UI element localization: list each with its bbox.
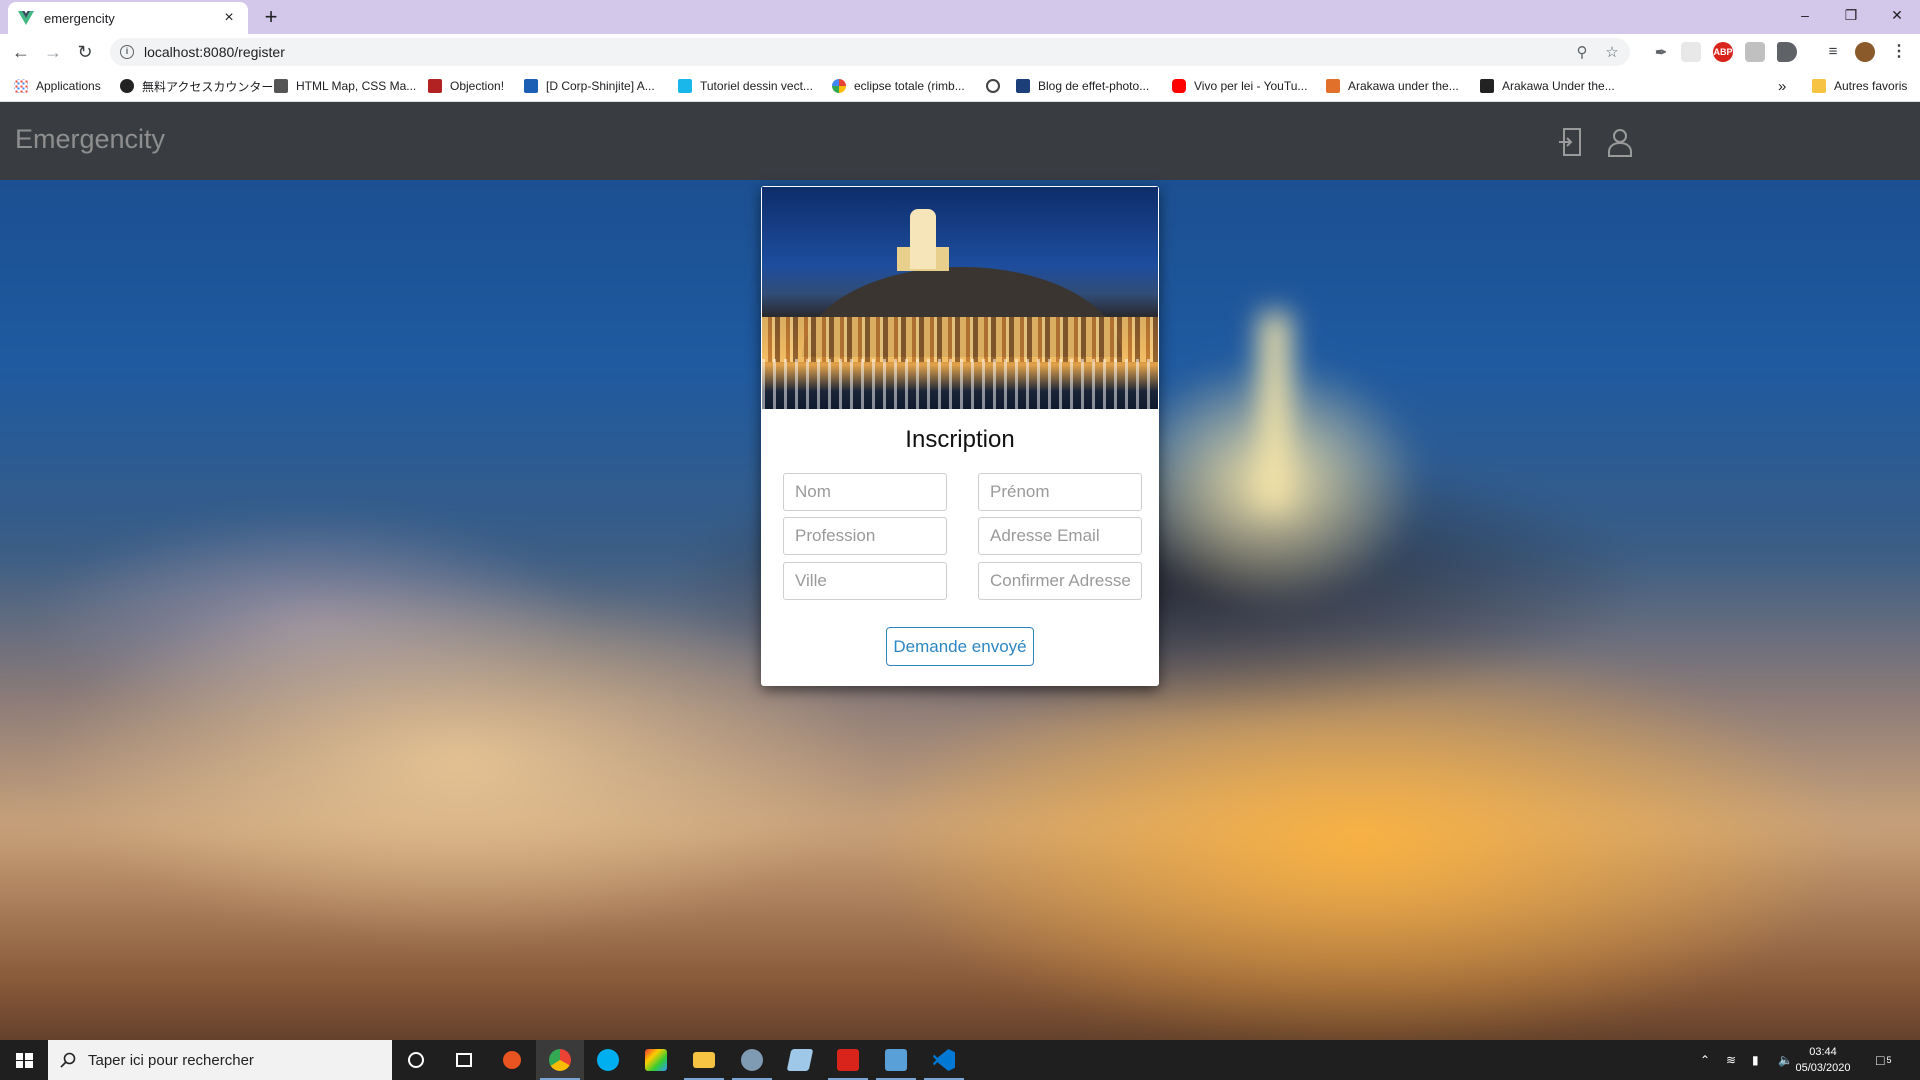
new-tab-button[interactable]: + — [258, 4, 284, 30]
eyedropper-extension-icon[interactable]: ✒ — [1651, 42, 1671, 62]
register-title: Inscription — [905, 426, 1015, 453]
window-close-button[interactable]: ✕ — [1874, 0, 1920, 30]
address-bar[interactable]: i localhost:8080/register ⚲ ☆ — [110, 38, 1630, 66]
bookmark-blog-effet-photo[interactable]: Blog de effet-photo... — [1016, 76, 1149, 96]
arakawa-icon — [1480, 79, 1494, 93]
site-info-icon[interactable]: i — [120, 45, 134, 59]
bookmark-html-map[interactable]: HTML Map, CSS Ma... — [274, 76, 416, 96]
url-text[interactable]: localhost:8080/register — [144, 44, 1570, 60]
windows-taskbar: Taper ici pour rechercher ⌃ ≋ ▮ 🔈 03:44 … — [0, 1040, 1920, 1080]
wifi-icon[interactable]: ≋ — [1726, 1040, 1736, 1080]
marseille-photo — [762, 187, 1158, 409]
youtube-icon — [1172, 79, 1186, 93]
back-button[interactable]: ← — [8, 39, 34, 65]
tab-title: emergencity — [44, 10, 115, 26]
extension-icon[interactable] — [1745, 42, 1765, 62]
dcorp-icon — [524, 79, 538, 93]
tray-chevron-icon[interactable]: ⌃ — [1700, 1040, 1710, 1080]
profession-input[interactable] — [783, 517, 947, 555]
prenom-input[interactable] — [978, 473, 1142, 511]
minimize-button[interactable]: – — [1782, 0, 1828, 30]
notepad-icon[interactable] — [776, 1040, 824, 1080]
chrome-icon[interactable] — [536, 1040, 584, 1080]
photo-city-lights — [762, 317, 1158, 362]
clock-date: 05/03/2020 — [1795, 1062, 1851, 1074]
clock-time: 03:44 — [1809, 1046, 1837, 1058]
app-brand[interactable]: Emergencity — [15, 124, 165, 155]
login-door-icon[interactable] — [1556, 126, 1588, 158]
photo-harbor-boats — [762, 359, 1158, 409]
notification-center[interactable]: □ 5 — [1876, 1040, 1891, 1080]
background-basilica — [1260, 312, 1290, 512]
vimeo-icon — [678, 79, 692, 93]
bookmark-arakawa-2[interactable]: Arakawa Under the... — [1480, 76, 1615, 96]
notification-icon: □ — [1876, 1052, 1885, 1068]
vscode-icon[interactable] — [920, 1040, 968, 1080]
globe-icon — [120, 79, 134, 93]
map-icon — [274, 79, 288, 93]
key-icon[interactable]: ⚲ — [1570, 43, 1594, 61]
submit-request-button[interactable]: Demande envoyé — [886, 627, 1034, 666]
search-placeholder: Taper ici pour rechercher — [88, 1051, 254, 1069]
app-blue-icon[interactable] — [872, 1040, 920, 1080]
folder-icon — [1812, 79, 1826, 93]
photo-basilica-tower — [910, 209, 936, 269]
adblock-extension-icon[interactable]: ABP — [1713, 42, 1733, 62]
bookmark-tutoriel[interactable]: Tutoriel dessin vect... — [678, 76, 813, 96]
bookmark-dcorp[interactable]: [D Corp-Shinjite] A... — [524, 76, 655, 96]
bookmark-arakawa-1[interactable]: Arakawa under the... — [1326, 76, 1459, 96]
reload-button[interactable]: ↻ — [72, 39, 98, 65]
bookmark-objection[interactable]: Objection! — [428, 76, 504, 96]
app-icon[interactable] — [728, 1040, 776, 1080]
user-icon[interactable] — [1604, 126, 1636, 158]
nom-input[interactable] — [783, 473, 947, 511]
cortana-icon[interactable] — [392, 1040, 440, 1080]
ubuntu-icon[interactable] — [488, 1040, 536, 1080]
page-viewport: Emergencity Inscription Demande envoyé — [0, 102, 1920, 1040]
restore-button[interactable]: ❐ — [1828, 0, 1874, 30]
bookmark-access-counter[interactable]: 無料アクセスカウンター... — [120, 76, 283, 96]
tab-close-icon[interactable]: × — [220, 9, 238, 27]
bookmark-eclipse[interactable]: eclipse totale (rimb... — [832, 76, 965, 96]
skype-icon[interactable] — [584, 1040, 632, 1080]
bookmark-applications[interactable]: Applications — [14, 76, 101, 96]
tag-extension-icon[interactable] — [1777, 42, 1797, 62]
ville-input[interactable] — [783, 562, 947, 600]
arakawa-icon — [1326, 79, 1340, 93]
app-red-icon[interactable] — [824, 1040, 872, 1080]
email-input[interactable] — [978, 517, 1142, 555]
history-clock-icon — [986, 79, 1000, 93]
browser-toolbar: ← → ↻ i localhost:8080/register ⚲ ☆ ✒ AB… — [0, 34, 1920, 70]
battery-icon[interactable]: ▮ — [1752, 1040, 1759, 1080]
objection-icon — [428, 79, 442, 93]
notification-count: 5 — [1886, 1055, 1892, 1065]
profile-avatar[interactable] — [1855, 42, 1875, 62]
media-queue-icon[interactable]: ≡ — [1823, 42, 1843, 62]
bookmark-star-icon[interactable]: ☆ — [1600, 43, 1624, 61]
browser-menu-icon[interactable]: ⋮ — [1889, 42, 1909, 62]
confirm-email-input[interactable] — [978, 562, 1142, 600]
tab-strip: emergencity × + – ❐ ✕ — [0, 0, 1920, 34]
taskbar-clock[interactable]: 03:44 05/03/2020 — [1790, 1044, 1856, 1076]
browser-tab[interactable]: emergencity × — [8, 2, 248, 34]
windows-start-icon[interactable] — [0, 1040, 48, 1080]
apps-grid-icon — [14, 79, 28, 93]
bookmark-history[interactable] — [986, 76, 1008, 96]
app-navbar: Emergencity — [0, 102, 1920, 180]
google-icon — [832, 79, 846, 93]
register-card: Inscription Demande envoyé — [761, 186, 1159, 686]
task-view-icon[interactable] — [440, 1040, 488, 1080]
blog-icon — [1016, 79, 1030, 93]
bookmarks-overflow-button[interactable]: » — [1778, 76, 1786, 96]
forward-button[interactable]: → — [40, 39, 66, 65]
other-bookmarks-folder[interactable]: Autres favoris — [1812, 76, 1907, 96]
bookmarks-bar: Applications 無料アクセスカウンター... HTML Map, CS… — [0, 70, 1920, 102]
vue-logo-icon — [18, 11, 34, 25]
color-app-icon[interactable] — [632, 1040, 680, 1080]
extension-blank-icon[interactable] — [1681, 42, 1701, 62]
search-icon — [60, 1052, 76, 1068]
taskbar-search-box[interactable]: Taper ici pour rechercher — [48, 1040, 392, 1080]
bookmark-vivo-per-lei[interactable]: Vivo per lei - YouTu... — [1172, 76, 1307, 96]
file-explorer-icon[interactable] — [680, 1040, 728, 1080]
